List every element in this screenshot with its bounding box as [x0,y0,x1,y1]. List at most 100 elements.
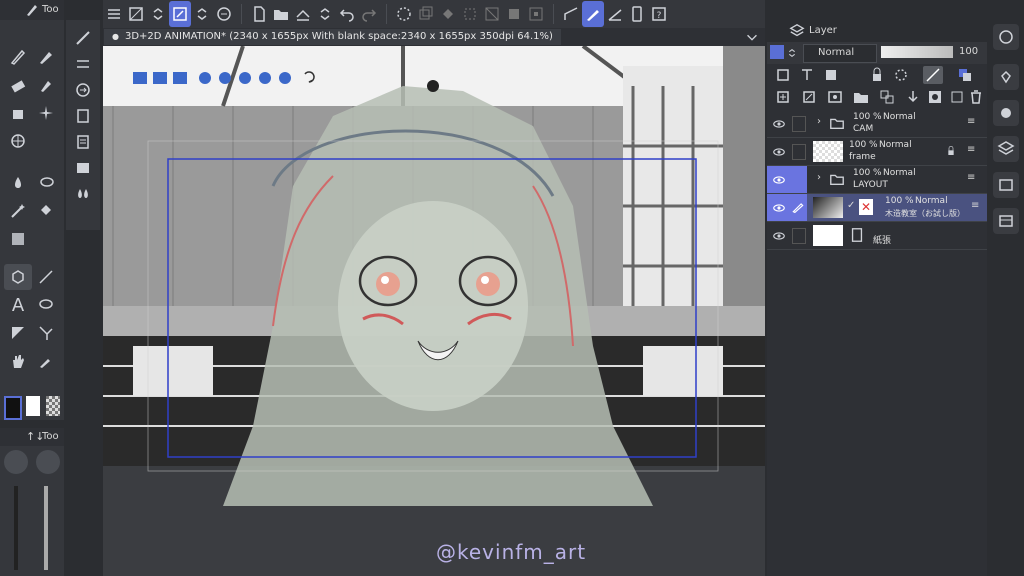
balloon-tool-icon[interactable] [32,292,60,318]
opacity-slider[interactable] [881,46,953,58]
layer-row-frame[interactable]: 100 % Normal frame ≡ [767,138,987,166]
layer-row-layout[interactable]: › 100 % Normal LAYOUT ≡ [767,166,987,194]
fill-tool-icon[interactable] [4,100,32,126]
correct-line-icon[interactable] [560,1,582,27]
clear-icon[interactable] [481,1,503,27]
edit-mode-icon[interactable] [169,1,191,27]
mode-chevron-icon[interactable] [147,1,169,27]
eye-icon[interactable] [772,116,786,130]
layer-menu-icon[interactable]: ≡ [971,200,979,211]
properties-icon[interactable] [993,208,1019,234]
brush-opacity-dial[interactable] [36,450,60,474]
brush-opacity-slider[interactable] [44,486,48,570]
layer-color-icon[interactable] [955,66,975,84]
new-folder-icon[interactable] [851,88,871,106]
transfer-icon[interactable] [877,88,897,106]
fill-selection-icon[interactable] [503,1,525,27]
canvas-icon[interactable] [125,1,147,27]
brush-size-slider[interactable] [14,486,18,570]
arrow-right-icon[interactable] [69,78,97,102]
brush-tab-icon[interactable] [24,2,40,18]
line-tool-icon[interactable] [32,264,60,290]
new-layer-icon[interactable] [773,88,793,106]
paste-icon[interactable] [437,1,459,27]
gradient-tool-icon[interactable] [4,226,32,252]
sparkle-tool-icon[interactable] [32,100,60,126]
copy-icon[interactable] [415,1,437,27]
draft-layer-icon[interactable] [923,66,943,84]
lock-layer-icon[interactable] [867,66,887,84]
new-file-icon[interactable] [248,1,270,27]
eye-icon[interactable] [772,172,786,186]
layer-menu-icon[interactable]: ≡ [967,144,975,155]
frame-tool-icon[interactable] [4,320,32,346]
redo-icon[interactable] [358,1,380,27]
sub-color-swatch[interactable] [26,396,40,416]
eyedropper-tool-icon[interactable] [32,348,60,374]
favorites-icon[interactable] [993,64,1019,90]
document-tab-close-icon[interactable]: ● [112,32,119,41]
apply-mask-icon[interactable] [925,88,945,106]
blend-tool-icon[interactable] [4,170,32,196]
eye-icon[interactable] [772,144,786,158]
merge-down-icon[interactable] [903,88,923,106]
panel-icon[interactable] [69,104,97,128]
transparent-color-swatch[interactable] [46,396,60,416]
material-icon[interactable] [993,100,1019,126]
lasso-tool-icon[interactable] [32,170,60,196]
pen-tool-icon[interactable] [4,44,32,70]
layer-panel-title[interactable]: Layer [809,25,837,36]
layer-lock-slot[interactable] [792,116,806,132]
hand-tool-icon[interactable] [4,348,32,374]
layer-row-classroom[interactable]: ✓ ✕ 100 % Normal 木造教室（お試し版） ≡ [767,194,987,222]
wand-tool-icon[interactable] [4,198,32,224]
bucket-tool-icon[interactable] [32,198,60,224]
new-vector-layer-icon[interactable] [799,88,819,106]
lock-icon[interactable] [945,144,957,158]
globe-tool-icon[interactable] [4,128,32,154]
app-logo-icon[interactable] [213,1,235,27]
new-image-layer-icon[interactable] [825,88,845,106]
layer-lock-slot[interactable] [792,144,806,160]
reference-layer-icon[interactable] [821,66,841,84]
layer-color-swatch[interactable] [770,45,784,59]
device-icon[interactable] [626,1,648,27]
navigator-icon[interactable] [993,24,1019,50]
document-tab[interactable]: ● 3D+2D ANIMATION* (2340 x 1655px With bl… [104,29,561,45]
eraser-tool-icon[interactable] [4,72,32,98]
text-tool-icon[interactable]: A [4,292,32,318]
ruler-tool-icon[interactable] [32,320,60,346]
drops-icon[interactable] [69,182,97,206]
history-icon[interactable] [993,172,1019,198]
clipboard-icon[interactable] [69,130,97,154]
subtool-tab-label[interactable]: Too [42,431,59,442]
transform-icon[interactable] [459,1,481,27]
clip-layer-icon[interactable] [797,66,817,84]
opacity-value[interactable]: 100 [959,46,978,57]
vector-brush-icon[interactable] [582,1,604,27]
stabilizer-icon[interactable] [604,1,626,27]
menu-icon[interactable] [103,1,125,27]
pencil-tool-icon[interactable] [32,44,60,70]
screen-icon[interactable] [69,156,97,180]
mode-chevron-icon-2[interactable] [191,1,213,27]
tabbar-collapse-icon[interactable] [744,29,760,45]
undo-icon[interactable] [336,1,358,27]
tool-tab-label[interactable]: Too [42,4,59,15]
layer-menu-icon[interactable]: ≡ [967,172,975,183]
layer-color-chevron-icon[interactable] [786,45,798,61]
main-color-swatch[interactable] [4,396,22,420]
eye-icon[interactable] [772,228,786,242]
clear-layer-icon[interactable] [947,88,967,106]
open-folder-icon[interactable] [270,1,292,27]
help-icon[interactable]: ? [648,1,670,27]
blend-mode-select[interactable]: Normal [803,44,877,63]
marker-tool-icon[interactable] [32,72,60,98]
loading-icon[interactable] [393,1,415,27]
delete-layer-icon[interactable] [967,88,985,106]
mask-layer-icon[interactable] [891,66,911,84]
layer-menu-icon[interactable]: ≡ [967,116,975,127]
layers-stack-icon[interactable] [993,136,1019,162]
brush-size-dial[interactable] [4,450,28,474]
invert-selection-icon[interactable] [525,1,547,27]
